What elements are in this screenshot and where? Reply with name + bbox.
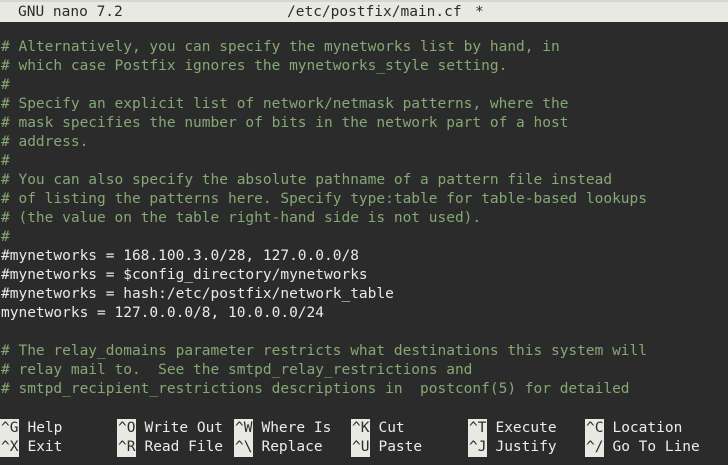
file-path: /etc/postfix/main.cf (287, 4, 462, 20)
shortcut-key: ^\ (234, 438, 254, 457)
title-bar: GNU nano 7.2 /etc/postfix/main.cf * (0, 0, 728, 22)
shortcut-paste[interactable]: ^U Paste (351, 438, 422, 457)
comment-line[interactable]: # address. (0, 133, 728, 152)
shortcut-label: Exit (27, 439, 63, 455)
shortcut-read-file[interactable]: ^R Read File (117, 438, 223, 457)
shortcut-key: ^O (117, 419, 137, 438)
comment-line[interactable]: # The relay_domains parameter restricts … (0, 342, 728, 361)
shortcut-label: Justify (495, 439, 557, 455)
shortcut-replace[interactable]: ^\ Replace (234, 438, 323, 457)
shortcut-key: ^G (0, 419, 20, 438)
blank-line[interactable] (0, 323, 728, 342)
shortcut-key: ^C (585, 419, 605, 438)
comment-line[interactable]: # (0, 228, 728, 247)
config-line[interactable]: mynetworks = 127.0.0.0/8, 10.0.0.0/24 (0, 304, 728, 323)
shortcut-label: Paste (378, 439, 423, 455)
comment-line[interactable]: # relay mail to. See the smtpd_relay_res… (0, 361, 728, 380)
shortcut-location[interactable]: ^C Location (585, 419, 682, 438)
shortcut-bar: ^G Help ^O Write Out ^W Where Is ^K Cut ^T Execut… (0, 419, 728, 459)
shortcut-justify[interactable]: ^J Justify (468, 438, 557, 457)
shortcut-label: Location (612, 420, 683, 436)
shortcut-cut[interactable]: ^K Cut (351, 419, 405, 438)
shortcut-go-to-line[interactable]: ^/ Go To Line (585, 438, 700, 457)
shortcut-label: Write Out (144, 420, 224, 436)
shortcut-label: Cut (378, 420, 405, 436)
shortcut-label: Help (27, 420, 63, 436)
shortcut-key: ^X (0, 438, 20, 457)
config-line[interactable]: #mynetworks = $config_directory/mynetwor… (0, 266, 728, 285)
comment-line[interactable]: # (0, 152, 728, 171)
editor-buffer[interactable]: # Alternatively, you can specify the myn… (0, 38, 728, 399)
modified-indicator: * (475, 4, 484, 20)
comment-line[interactable]: # Specify an explicit list of network/ne… (0, 95, 728, 114)
shortcut-label: Execute (495, 420, 557, 436)
comment-line[interactable]: # (the value on the table right-hand sid… (0, 209, 728, 228)
shortcut-label: Replace (261, 439, 323, 455)
shortcut-where-is[interactable]: ^W Where Is (234, 419, 331, 438)
comment-line[interactable]: # smtpd_recipient_restrictions descripti… (0, 380, 728, 399)
shortcut-key: ^/ (585, 438, 605, 457)
shortcut-key: ^U (351, 438, 371, 457)
shortcut-help[interactable]: ^G Help (0, 419, 62, 438)
shortcut-key: ^R (117, 438, 137, 457)
app-name: GNU nano 7.2 (18, 4, 123, 20)
config-line[interactable]: #mynetworks = 168.100.3.0/28, 127.0.0.0/… (0, 247, 728, 266)
shortcut-execute[interactable]: ^T Execute (468, 419, 557, 438)
comment-line[interactable]: # (0, 76, 728, 95)
shortcut-key: ^T (468, 419, 488, 438)
comment-line[interactable]: # which case Postfix ignores the mynetwo… (0, 57, 728, 76)
shortcut-label: Read File (144, 439, 224, 455)
shortcut-key: ^J (468, 438, 488, 457)
shortcut-write-out[interactable]: ^O Write Out (117, 419, 223, 438)
shortcut-label: Where Is (261, 420, 332, 436)
comment-line[interactable]: # mask specifies the number of bits in t… (0, 114, 728, 133)
comment-line[interactable]: # Alternatively, you can specify the myn… (0, 38, 728, 57)
shortcut-key: ^W (234, 419, 254, 438)
comment-line[interactable]: # of listing the patterns here. Specify … (0, 190, 728, 209)
shortcut-label: Go To Line (612, 439, 700, 455)
config-line[interactable]: #mynetworks = hash:/etc/postfix/network_… (0, 285, 728, 304)
shortcut-exit[interactable]: ^X Exit (0, 438, 62, 457)
comment-line[interactable]: # You can also specify the absolute path… (0, 171, 728, 190)
shortcut-key: ^K (351, 419, 371, 438)
